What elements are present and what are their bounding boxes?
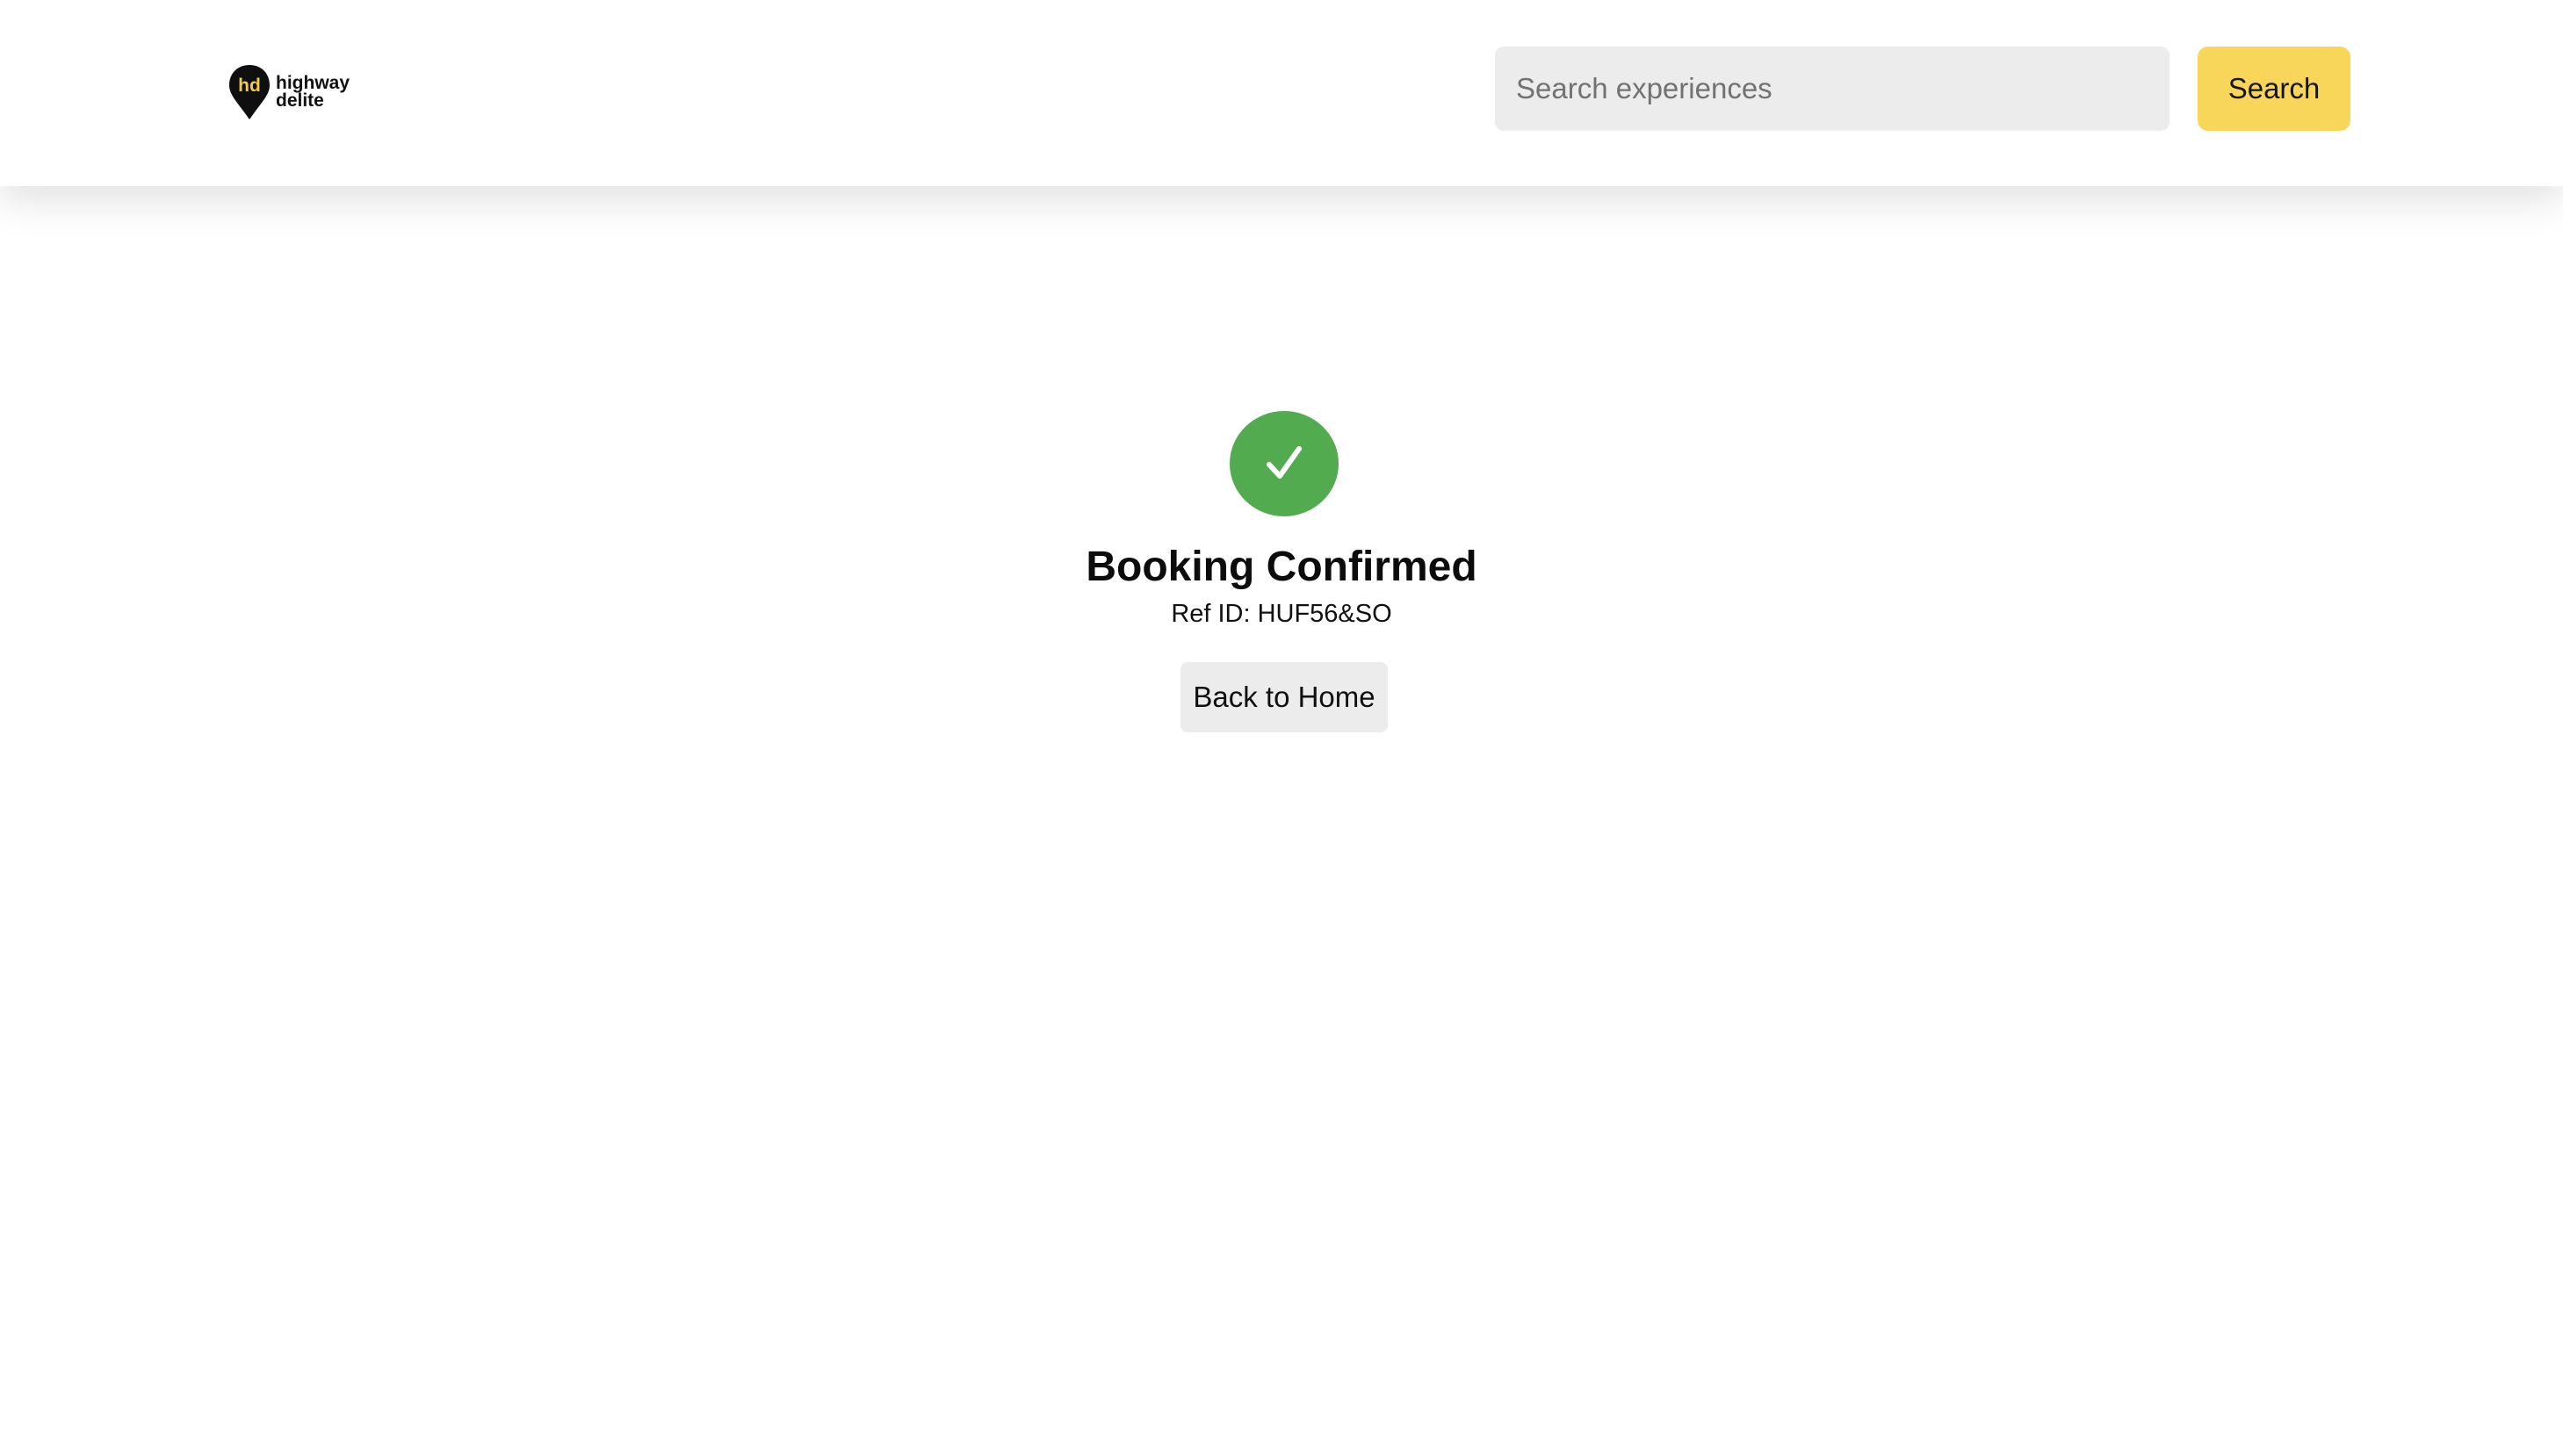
ref-value: HUF56&SO [1257,600,1392,628]
map-pin-logo-icon: hd [227,63,272,121]
reference-id: Ref ID: HUF56&SO [0,597,2563,631]
ref-label: Ref ID: [1171,600,1251,628]
search-button[interactable]: Search [2198,47,2350,131]
confirmation-main: Booking Confirmed Ref ID: HUF56&SO Back t… [0,186,2563,1456]
logo-wordmark: highway delite [276,73,350,111]
top-header: hd highway delite Search [0,0,2563,186]
back-to-home-button[interactable]: Back to Home [1180,662,1388,732]
logo-line-2: delite [276,90,324,111]
logo[interactable]: hd highway delite [227,63,350,121]
logo-line-1: highway [276,73,350,93]
search-input[interactable] [1495,47,2170,131]
confirmation-title: Booking Confirmed [1086,544,1477,590]
logo-monogram: hd [238,76,261,96]
check-icon [1267,446,1302,479]
success-badge [1230,411,1339,516]
